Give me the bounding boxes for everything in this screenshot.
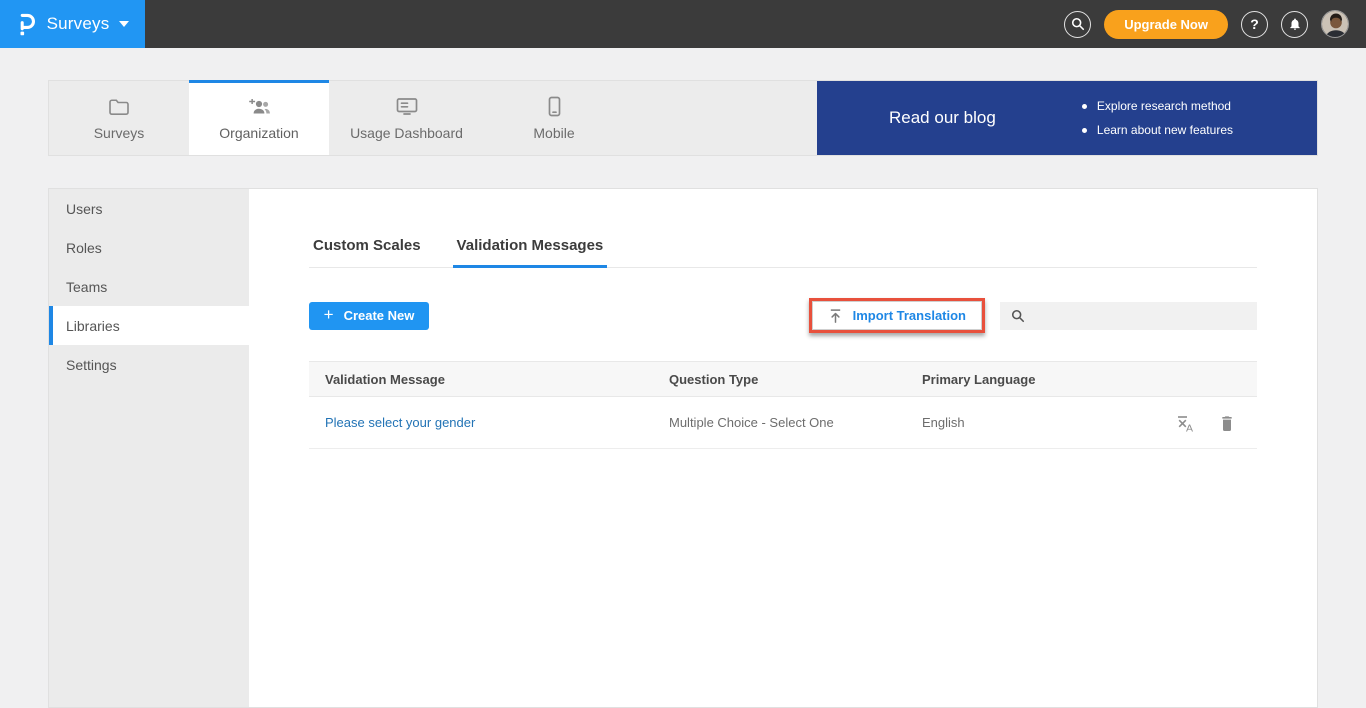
question-mark-icon: ? xyxy=(1250,16,1259,32)
column-header-validation-message: Validation Message xyxy=(309,372,669,387)
group-add-icon xyxy=(246,96,272,118)
sidebar-item-libraries[interactable]: Libraries xyxy=(49,306,249,345)
topbar: Surveys Upgrade Now ? xyxy=(0,0,1366,48)
nav-tab-label: Mobile xyxy=(533,125,574,141)
svg-text:A: A xyxy=(1186,422,1193,433)
libraries-content: Custom Scales Validation Messages + Crea… xyxy=(249,189,1317,707)
blog-bullet-text: Learn about new features xyxy=(1097,123,1233,137)
blog-bullet: Explore research method xyxy=(1082,99,1233,113)
nav-tab-organization[interactable]: Organization xyxy=(189,81,329,155)
help-button[interactable]: ? xyxy=(1241,11,1268,38)
translate-icon[interactable]: A xyxy=(1175,413,1195,433)
blog-banner-title: Read our blog xyxy=(889,108,996,128)
toolbar: + Create New Import Translation xyxy=(309,298,1257,333)
sidebar-item-label: Settings xyxy=(66,357,117,373)
search-input[interactable] xyxy=(1033,308,1257,323)
table-header-row: Validation Message Question Type Primary… xyxy=(309,361,1257,397)
upload-icon xyxy=(828,308,843,324)
organization-panel: Users Roles Teams Libraries Settings Cus… xyxy=(48,188,1318,708)
bullet-dot-icon xyxy=(1082,104,1087,109)
column-header-question-type: Question Type xyxy=(669,372,922,387)
sidebar-item-users[interactable]: Users xyxy=(49,189,249,228)
nav-tab-label: Organization xyxy=(219,125,298,141)
workspace-nav: Surveys Organization Usage Dashboard xyxy=(48,80,1318,156)
org-sidebar: Users Roles Teams Libraries Settings xyxy=(49,189,249,707)
user-avatar[interactable] xyxy=(1321,10,1349,38)
blog-banner[interactable]: Read our blog Explore research method Le… xyxy=(817,81,1317,155)
sidebar-item-label: Teams xyxy=(66,279,107,295)
table-row: Please select your gender Multiple Choic… xyxy=(309,397,1257,449)
sidebar-item-teams[interactable]: Teams xyxy=(49,267,249,306)
sidebar-item-label: Libraries xyxy=(66,318,120,334)
search-icon xyxy=(1071,17,1085,31)
sidebar-item-roles[interactable]: Roles xyxy=(49,228,249,267)
validation-message-link[interactable]: Please select your gender xyxy=(325,415,475,430)
upgrade-now-button[interactable]: Upgrade Now xyxy=(1104,10,1228,39)
nav-tab-mobile[interactable]: Mobile xyxy=(484,81,624,155)
validation-messages-table: Validation Message Question Type Primary… xyxy=(309,361,1257,449)
tab-custom-scales[interactable]: Custom Scales xyxy=(309,237,425,267)
product-switcher[interactable]: Surveys xyxy=(0,0,145,48)
blog-bullet: Learn about new features xyxy=(1082,123,1233,137)
bell-icon xyxy=(1288,17,1302,31)
product-label: Surveys xyxy=(47,14,110,34)
questionpro-logo-icon xyxy=(16,12,37,37)
row-actions: A xyxy=(1142,413,1257,433)
column-header-primary-language: Primary Language xyxy=(922,372,1142,387)
primary-language-cell: English xyxy=(922,415,1142,430)
mobile-icon xyxy=(548,96,561,118)
blog-banner-bullets: Explore research method Learn about new … xyxy=(1082,99,1233,137)
nav-tab-label: Usage Dashboard xyxy=(350,125,463,141)
search-button[interactable] xyxy=(1064,11,1091,38)
sidebar-item-label: Users xyxy=(66,201,103,217)
delete-icon[interactable] xyxy=(1219,414,1235,432)
annotation-highlight-box: Import Translation xyxy=(809,298,985,333)
bullet-dot-icon xyxy=(1082,128,1087,133)
chevron-down-icon xyxy=(119,21,129,27)
nav-tab-usage-dashboard[interactable]: Usage Dashboard xyxy=(329,81,484,155)
table-search[interactable] xyxy=(1000,302,1257,330)
blog-bullet-text: Explore research method xyxy=(1097,99,1231,113)
plus-icon: + xyxy=(324,305,334,325)
folder-icon xyxy=(108,96,130,118)
toolbar-right: Import Translation xyxy=(809,298,1257,333)
import-translation-label: Import Translation xyxy=(853,308,966,323)
nav-tab-label: Surveys xyxy=(94,125,145,141)
topbar-actions: Upgrade Now ? xyxy=(1064,10,1366,39)
create-new-button[interactable]: + Create New xyxy=(309,302,429,330)
sidebar-item-settings[interactable]: Settings xyxy=(49,345,249,384)
dashboard-icon xyxy=(395,96,419,118)
nav-tab-surveys[interactable]: Surveys xyxy=(49,81,189,155)
question-type-cell: Multiple Choice - Select One xyxy=(669,415,922,430)
sidebar-item-label: Roles xyxy=(66,240,102,256)
tab-validation-messages[interactable]: Validation Messages xyxy=(453,237,608,267)
create-new-label: Create New xyxy=(344,308,415,323)
libraries-tabs: Custom Scales Validation Messages xyxy=(309,189,1257,268)
import-translation-button[interactable]: Import Translation xyxy=(812,301,982,330)
notifications-button[interactable] xyxy=(1281,11,1308,38)
search-icon xyxy=(1011,309,1025,323)
